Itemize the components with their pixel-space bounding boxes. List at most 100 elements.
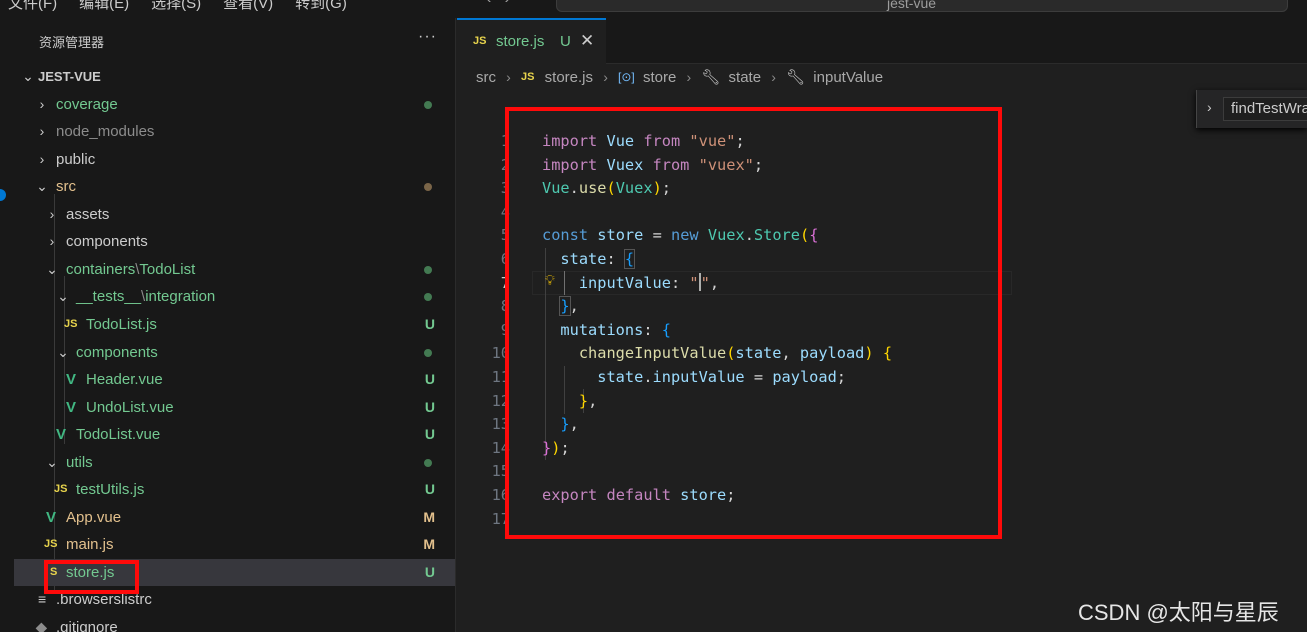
tree-item-label: TodoList.vue [76,426,161,443]
annotation-box-file [44,560,139,594]
breadcrumb-item[interactable]: src [476,69,496,86]
menu-file[interactable]: 文件(F) [8,0,57,13]
vue-file-icon: V [66,399,77,416]
chevron-right-icon: › [49,233,55,249]
editor-tabs: JS store.js U ✕ [457,18,1307,64]
tree-item-tests-integration[interactable]: ⌄ __tests__\integration [14,283,455,310]
activity-bar [0,18,14,632]
vue-file-icon: V [46,509,57,526]
breadcrumb: src › JS store.js › [⊙] store › 🔧︎ state… [476,68,883,88]
breadcrumb-item[interactable]: state [729,69,762,86]
menu-selection[interactable]: 选择(S) [151,0,201,13]
tree-item-todolist-js[interactable]: JS TodoList.js U [14,311,455,338]
chevron-down-icon: ⌄ [46,261,58,277]
chevron-right-icon: › [49,206,55,222]
tree-item-utils[interactable]: ⌄ utils [14,449,455,476]
tree-item-containers-todolist[interactable]: ⌄ containers\TodoList [14,256,455,283]
git-status-badge: M [423,509,435,525]
tree-item-main-js[interactable]: JS main.js M [14,531,455,558]
tree-item-public[interactable]: › public [14,146,455,173]
chevron-right-icon: › [39,96,45,112]
tree-item-label: coverage [56,96,118,113]
annotation-box-code [505,107,1002,539]
tree-item-label: src [56,178,76,195]
tab-label: store.js [496,33,545,50]
wrench-icon: 🔧︎ [701,69,721,87]
tree-item-label: components [76,344,158,361]
menu-edit[interactable]: 编辑(E) [79,0,129,13]
breadcrumb-item[interactable]: store.js [545,69,593,86]
title-bar: 文件(F) 编辑(E) 选择(S) 查看(V) 转到(G) ‹ › jest-v… [0,0,1307,18]
tree-item-label: Header.vue [86,371,163,388]
git-status-dot [424,183,432,191]
menu-view[interactable]: 查看(V) [223,0,273,13]
tree-item-label: assets [66,206,110,223]
git-status-dot [424,293,432,301]
chevron-down-icon: ⌄ [22,68,34,84]
watermark: CSDN @太阳与星辰 [1078,600,1279,625]
tree-item-label: __tests__\integration [76,283,215,310]
command-center-text: jest-vue [887,0,937,11]
explorer-title: 资源管理器 [39,35,105,50]
git-status-dot [424,266,432,274]
tree-item-components[interactable]: › components [14,228,455,255]
find-input-text: findTestWrapper [1231,100,1307,117]
chevron-down-icon: ⌄ [46,454,58,470]
path-part: integration [145,288,216,305]
nav-arrows[interactable]: ‹ › [486,0,510,8]
tree-item-label: testUtils.js [76,481,145,498]
find-widget: › findTestWrapper [1196,90,1307,128]
tab-store-js[interactable]: JS store.js U ✕ [457,18,606,64]
vue-file-icon: V [66,371,77,388]
tree-item-label: node_modules [56,123,155,140]
chevron-right-icon[interactable]: › [1207,99,1212,115]
tree-item-undolist-vue[interactable]: V UndoList.vue U [14,394,455,421]
git-status-badge: M [423,536,435,552]
tree-item-header-vue[interactable]: V Header.vue U [14,366,455,393]
breadcrumb-item[interactable]: store [643,69,676,86]
tree-item-coverage[interactable]: › coverage [14,91,455,118]
tree-item-testutils-js[interactable]: JS testUtils.js U [14,476,455,503]
chevron-down-icon: ⌄ [57,288,69,304]
tree-item-app-vue[interactable]: V App.vue M [14,504,455,531]
tree-item-label: UndoList.vue [86,399,174,416]
js-file-icon: JS [521,71,535,84]
tree-root-jest-vue[interactable]: ⌄ JEST-VUE [14,63,455,90]
close-icon[interactable]: ✕ [580,31,594,51]
command-center[interactable]: jest-vue [556,0,1288,12]
tree-item-label: public [56,151,96,168]
chevron-right-icon: › [39,123,45,139]
tree-item-assets[interactable]: › assets [14,201,455,228]
root-label: JEST-VUE [38,69,101,84]
git-file-icon: ◆ [36,619,47,632]
path-part: __tests__ [76,288,142,305]
js-file-icon: JS [64,318,78,330]
git-status-dot [424,349,432,357]
tree-item-node-modules[interactable]: › node_modules [14,118,455,145]
breadcrumb-item[interactable]: inputValue [813,69,883,86]
path-part: containers [66,261,136,278]
tree-item-src[interactable]: ⌄ src [14,173,455,200]
more-actions-icon[interactable]: ··· [418,28,437,46]
tree-item-label: TodoList.js [86,316,157,333]
js-file-icon: JS [473,35,487,47]
tree-item-label: containers\TodoList [66,256,195,283]
tree-item-label: components [66,233,148,250]
explorer-sidebar: 资源管理器 ··· ⌄ JEST-VUE › coverage › node_m… [14,18,456,632]
tree-item-label: utils [66,454,93,471]
chevron-right-icon: › [39,151,45,167]
menu-go[interactable]: 转到(G) [295,0,347,13]
git-status-badge: U [424,426,435,442]
chevron-right-icon: › [603,69,608,86]
tree-item-todolist-vue[interactable]: V TodoList.vue U [14,421,455,448]
tree-item-label: .gitignore [56,619,118,632]
git-status-badge: U [424,316,435,332]
path-part: TodoList [139,261,196,278]
chevron-right-icon: › [686,69,692,86]
menu-bar: 文件(F) 编辑(E) 选择(S) 查看(V) 转到(G) [8,0,347,13]
tree-item-gitignore[interactable]: ◆ .gitignore [14,614,455,632]
chevron-down-icon: ⌄ [36,178,48,194]
git-status-dot [424,101,432,109]
tree-item-components-2[interactable]: ⌄ components [14,339,455,366]
git-status-badge: U [424,371,435,387]
